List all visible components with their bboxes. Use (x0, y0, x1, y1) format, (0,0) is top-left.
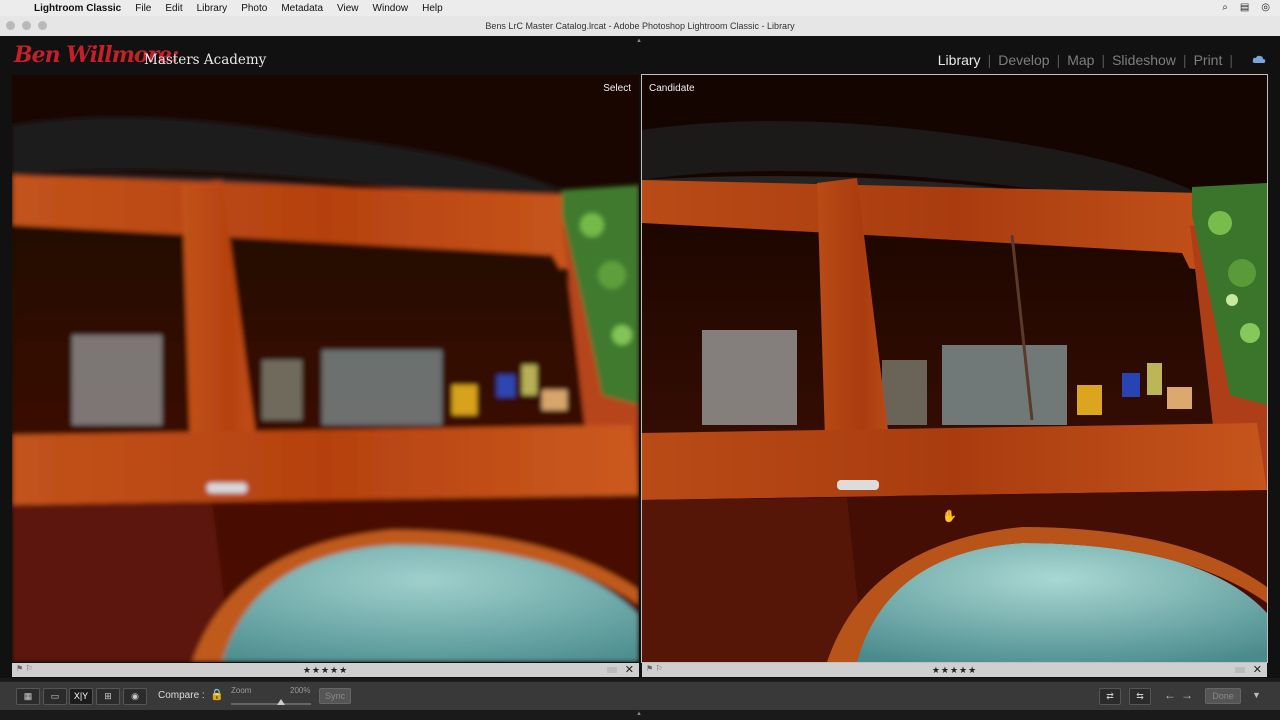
menu-edit[interactable]: Edit (165, 3, 182, 14)
select-rating-bar: ⚑ ⚐ ★★★★★ ✕ (12, 663, 639, 677)
module-picker: Library | Develop | Map | Slideshow | Pr… (938, 52, 1240, 68)
module-slideshow[interactable]: Slideshow (1112, 52, 1176, 68)
grid-view-icon[interactable]: ▦ (16, 688, 40, 705)
select-photo (12, 75, 639, 662)
menu-app-name[interactable]: Lightroom Classic (34, 3, 121, 14)
hand-cursor-icon: ✋ (942, 509, 957, 523)
next-arrow-icon[interactable]: → (1181, 688, 1193, 702)
control-center-icon[interactable]: ▤ (1240, 2, 1249, 13)
select-photo-pane[interactable]: Select (12, 75, 639, 662)
close-window-button[interactable] (6, 21, 15, 30)
candidate-flag-icons[interactable]: ⚑ ⚐ (646, 664, 663, 673)
lock-icon[interactable]: 🔒 (210, 688, 224, 701)
survey-view-icon[interactable]: ⊞ (96, 688, 120, 705)
menu-help[interactable]: Help (422, 3, 443, 14)
select-star-rating[interactable]: ★★★★★ (303, 665, 348, 676)
compare-label: Compare : (158, 690, 205, 701)
menu-file[interactable]: File (135, 3, 151, 14)
candidate-photo-pane[interactable]: Candidate ✋ (641, 74, 1268, 663)
select-close-icon[interactable]: ✕ (625, 663, 634, 676)
cloud-sync-icon[interactable] (1252, 54, 1266, 64)
top-panel: ▲ Ben Willmore: Masters Academy Library … (0, 36, 1280, 74)
module-map[interactable]: Map (1067, 52, 1094, 68)
menu-photo[interactable]: Photo (241, 3, 267, 14)
zoom-value: 200% (290, 686, 311, 695)
identity-plate-text: Masters Academy (144, 52, 267, 68)
module-library[interactable]: Library (938, 52, 981, 68)
search-icon[interactable]: ⌕ (1222, 2, 1228, 13)
candidate-color-label[interactable] (1235, 667, 1245, 673)
done-button[interactable]: Done (1205, 688, 1241, 704)
module-separator: | (1229, 52, 1233, 68)
module-separator: | (1056, 52, 1061, 68)
module-develop[interactable]: Develop (998, 52, 1049, 68)
toolbar-menu-chevron-down-icon[interactable]: ▼ (1252, 690, 1261, 700)
swap-icon[interactable]: ⇄ (1099, 688, 1121, 705)
module-separator: | (1182, 52, 1187, 68)
zoom-slider-track[interactable] (231, 703, 311, 705)
previous-arrow-icon[interactable]: ← (1164, 688, 1176, 702)
module-separator: | (1101, 52, 1106, 68)
loupe-view-icon[interactable]: ▭ (43, 688, 67, 705)
candidate-star-rating[interactable]: ★★★★★ (932, 665, 977, 676)
candidate-label: Candidate (649, 83, 695, 94)
compare-stage: Select Candidate ✋ ⚑ ⚐ ★★★★★ ✕ ⚑ ⚐ ★★★★★… (0, 74, 1280, 678)
sync-button[interactable]: Sync (319, 688, 351, 704)
people-view-icon[interactable]: ◉ (123, 688, 147, 705)
zoom-slider-thumb[interactable] (277, 699, 285, 705)
module-print[interactable]: Print (1194, 52, 1223, 68)
siri-icon[interactable]: ◎ (1261, 2, 1270, 13)
module-separator: | (987, 52, 992, 68)
zoom-window-button[interactable] (38, 21, 47, 30)
select-color-label[interactable] (607, 667, 617, 673)
menu-library[interactable]: Library (197, 3, 228, 14)
candidate-photo (642, 75, 1267, 662)
minimize-window-button[interactable] (22, 21, 31, 30)
window-title: Bens LrC Master Catalog.lrcat - Adobe Ph… (485, 21, 795, 31)
select-flag-icons[interactable]: ⚑ ⚐ (16, 664, 33, 673)
make-select-icon[interactable]: ⇆ (1129, 688, 1151, 705)
menubar: Lightroom Classic File Edit Library Phot… (0, 0, 1280, 16)
compare-view-icon[interactable]: X|Y (69, 688, 93, 705)
library-toolbar: ▦ ▭ X|Y ⊞ ◉ Compare : 🔒 Zoom 200% Sync ⇄… (0, 681, 1280, 710)
window-titlebar: Bens LrC Master Catalog.lrcat - Adobe Ph… (0, 16, 1280, 37)
candidate-close-icon[interactable]: ✕ (1253, 663, 1262, 676)
bottom-panel-toggle-icon[interactable]: ▲ (636, 711, 642, 717)
candidate-rating-bar: ⚑ ⚐ ★★★★★ ✕ (642, 663, 1267, 677)
top-panel-toggle-icon[interactable]: ▲ (636, 38, 642, 44)
menu-window[interactable]: Window (373, 3, 409, 14)
zoom-label: Zoom (231, 686, 252, 695)
menu-view[interactable]: View (337, 3, 359, 14)
select-label: Select (603, 83, 631, 94)
menu-metadata[interactable]: Metadata (281, 3, 323, 14)
